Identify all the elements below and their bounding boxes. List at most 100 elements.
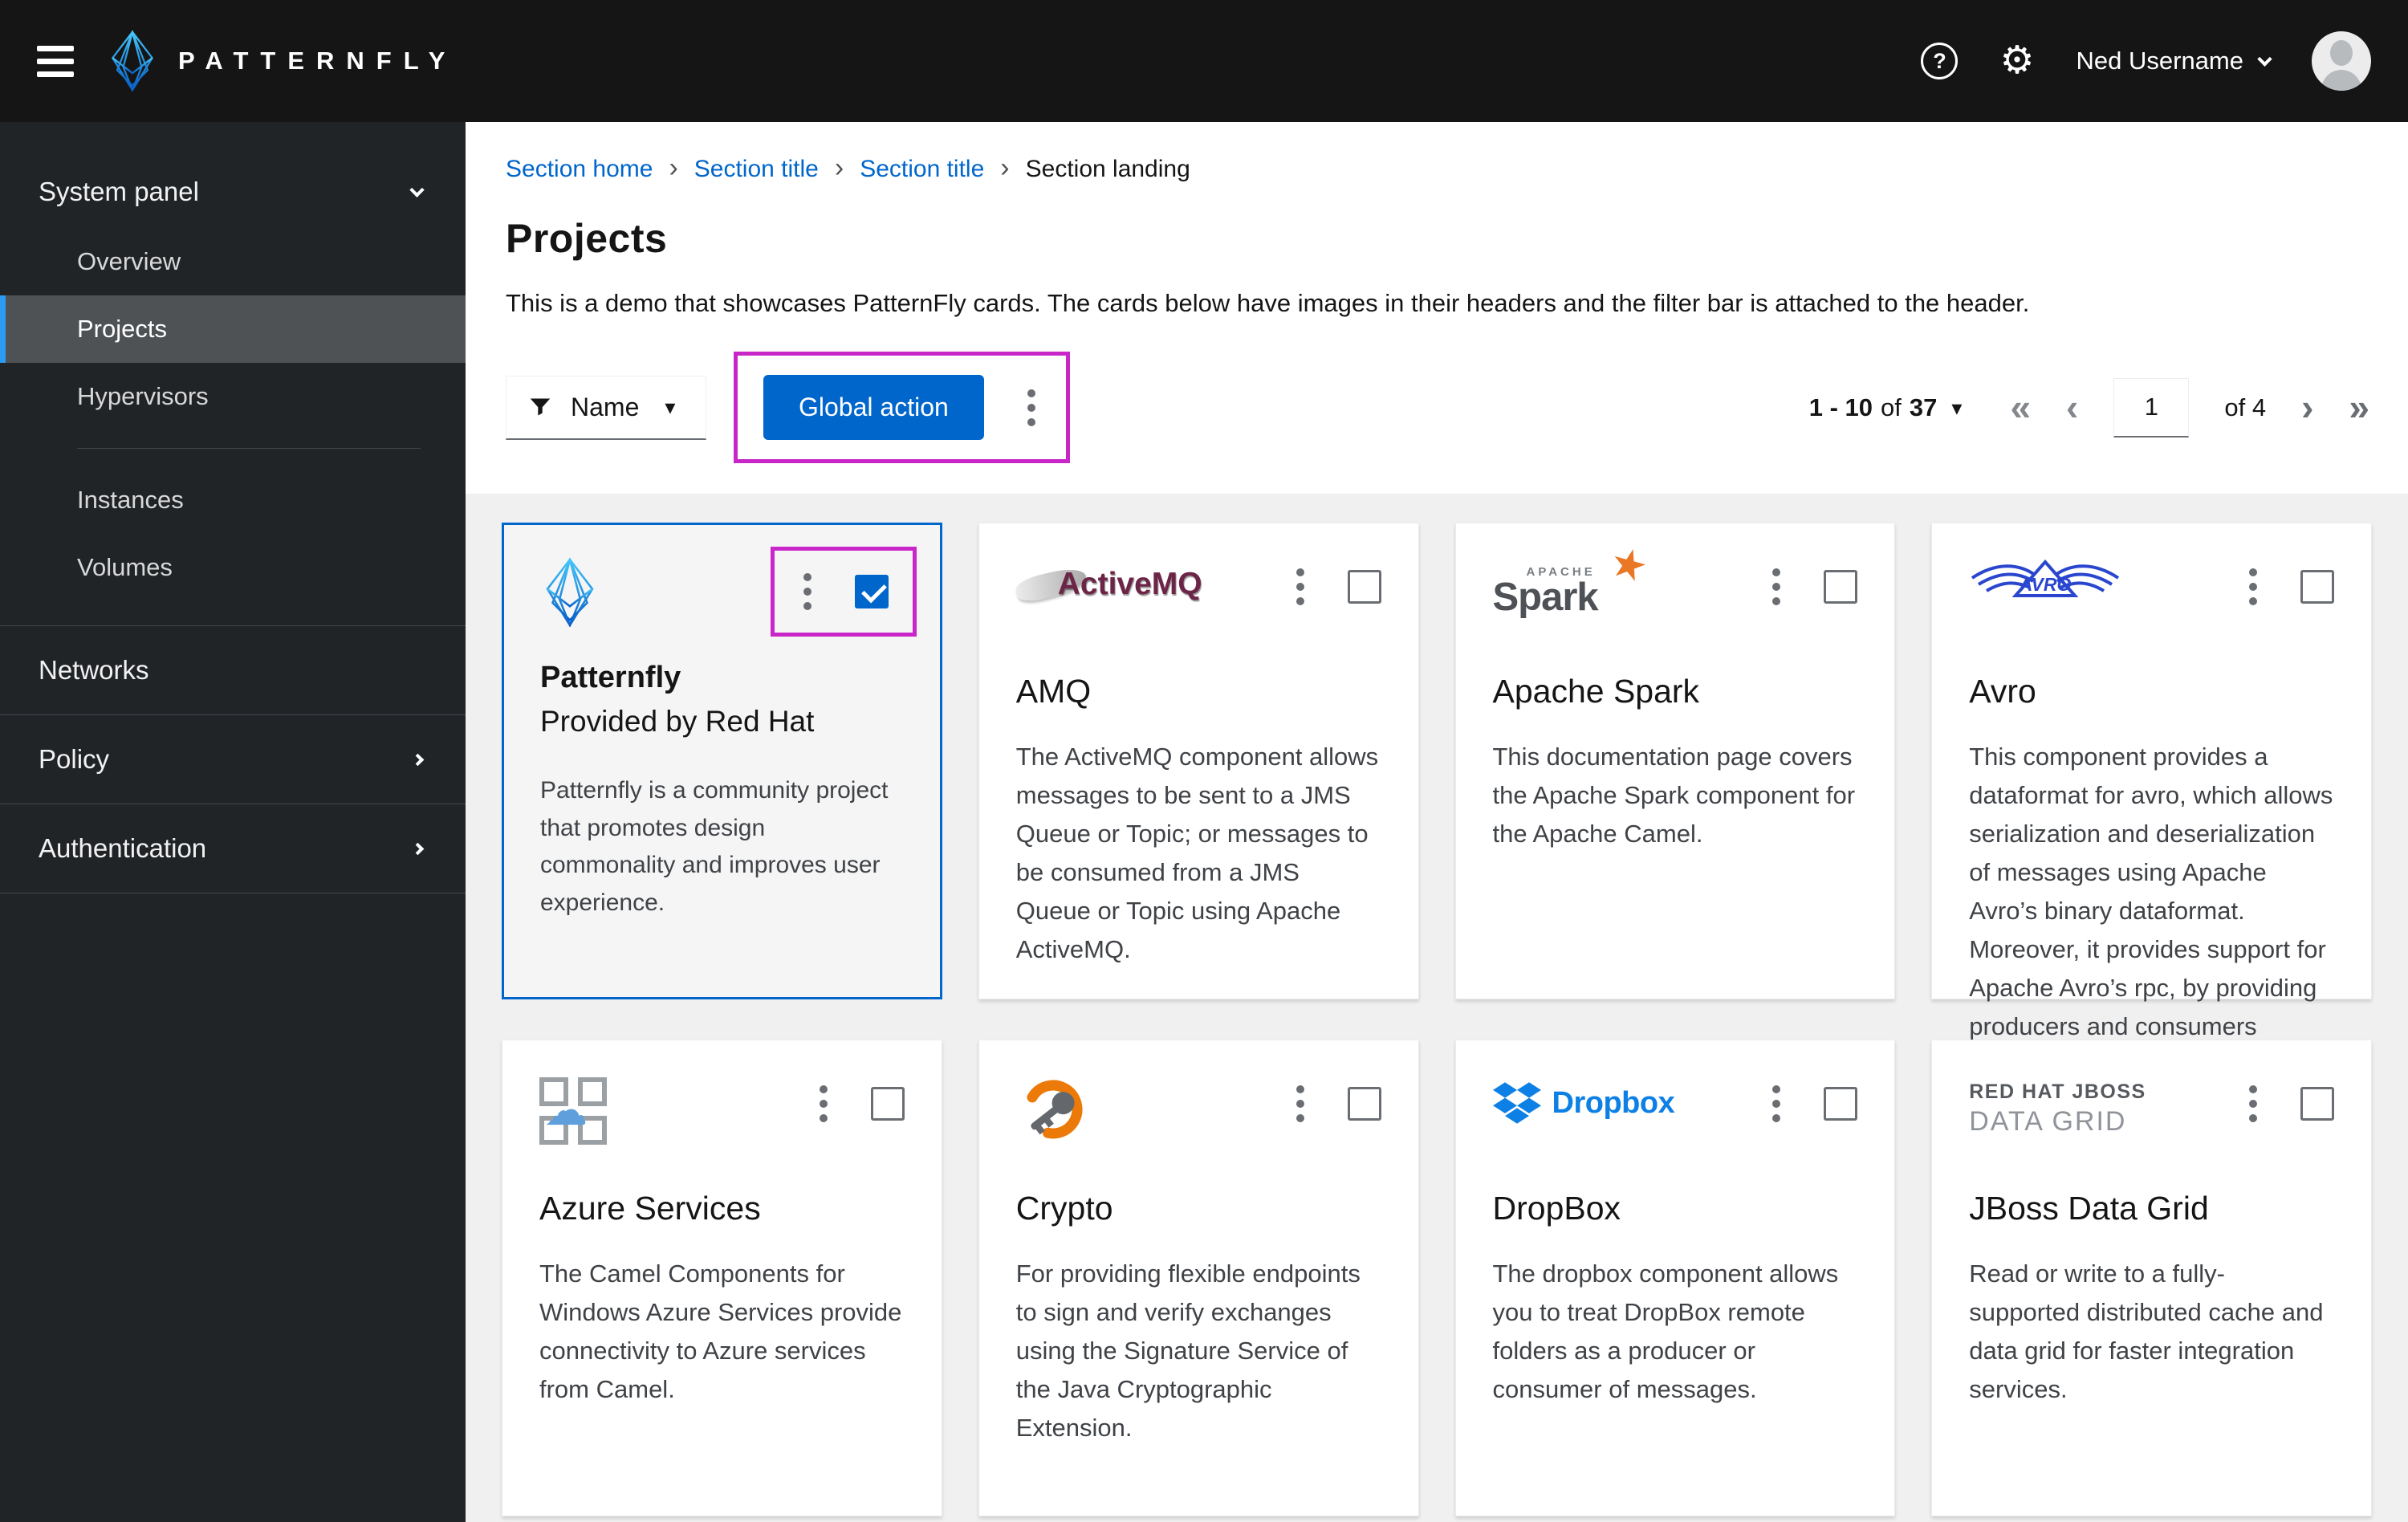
main-content: Section home › Section title › Section t…	[466, 122, 2408, 1522]
card-crypto[interactable]: Crypto For providing flexible endpoints …	[978, 1040, 1419, 1516]
sidebar-item-label: Policy	[39, 744, 110, 774]
card-amq[interactable]: ActiveMQ AMQ The ActiveMQ component allo…	[978, 523, 1419, 999]
sidebar-item-policy[interactable]: Policy	[0, 715, 466, 804]
card-checkbox[interactable]	[1347, 570, 1381, 604]
card-description: This documentation page covers the Apach…	[1492, 743, 1856, 848]
breadcrumb-link-section-home[interactable]: Section home	[506, 156, 653, 183]
card-apache-spark[interactable]: APACHE Spark ★ Apache Spark This documen…	[1454, 523, 1896, 999]
pagination-range-menu[interactable]: 1 - 10 of 37 ▾	[1809, 393, 1963, 422]
user-name: Ned Username	[2076, 47, 2243, 75]
sidebar-nav: System panel Overview Projects Hyperviso…	[0, 122, 466, 1522]
pagination-pages-label: of 4	[2224, 393, 2267, 421]
kebab-menu-icon[interactable]	[1023, 385, 1040, 431]
card-subtitle: Provided by Red Hat	[540, 705, 815, 738]
azure-services-logo: ☁	[539, 1077, 610, 1148]
kebab-menu-icon[interactable]	[1291, 564, 1309, 610]
kebab-menu-icon[interactable]	[1767, 1080, 1785, 1127]
card-checkbox[interactable]	[870, 1087, 905, 1121]
card-description: Read or write to a fully-supported distr…	[1969, 1260, 2324, 1404]
gear-icon[interactable]: ⚙	[1999, 42, 2034, 80]
global-action-button[interactable]: Global action	[763, 375, 984, 440]
avatar-body	[2321, 70, 2361, 91]
hamburger-menu-icon[interactable]	[37, 45, 74, 77]
toolbar: Name ▾ Global action 1 - 10 of 37 ▾ « ‹ …	[506, 352, 2369, 463]
cloud-icon: ☁	[544, 1086, 588, 1134]
filter-select[interactable]: Name ▾	[506, 375, 706, 440]
pagination-total: 37	[1909, 393, 1938, 421]
kebab-menu-icon[interactable]	[815, 1080, 832, 1127]
sidebar-item-label: Networks	[39, 655, 149, 685]
card-checkbox[interactable]	[2300, 570, 2334, 604]
card-description: Patternfly is a community project that p…	[540, 777, 889, 916]
card-grid: Patternfly Provided by Red Hat Patternfl…	[466, 494, 2408, 1516]
user-menu[interactable]: Ned Username	[2076, 47, 2272, 75]
kebab-menu-icon[interactable]	[799, 568, 816, 615]
card-title: Azure Services	[539, 1190, 761, 1227]
chevron-down-icon	[409, 181, 425, 197]
chevron-down-icon	[2257, 51, 2272, 67]
card-title: Patternfly	[540, 661, 681, 694]
dropbox-logo: Dropbox	[1492, 1074, 1675, 1124]
card-patternfly[interactable]: Patternfly Provided by Red Hat Patternfl…	[502, 523, 942, 999]
last-page-button[interactable]: »	[2349, 389, 2369, 425]
avro-logo-text: AVRO	[2019, 574, 2072, 595]
card-checkbox-checked[interactable]	[854, 575, 889, 608]
sidebar-item-projects[interactable]: Projects	[0, 295, 466, 363]
dropbox-box-icon	[1492, 1082, 1541, 1124]
page-number-input[interactable]	[2113, 377, 2190, 437]
card-title: Avro	[1969, 673, 2036, 710]
next-page-button[interactable]: ›	[2301, 389, 2313, 425]
sidebar-item-authentication[interactable]: Authentication	[0, 804, 466, 893]
card-checkbox[interactable]	[1824, 570, 1858, 604]
card-checkbox[interactable]	[1347, 1087, 1381, 1121]
brand[interactable]: PATTERNFLY	[108, 31, 458, 92]
kebab-menu-icon[interactable]	[2244, 1080, 2262, 1127]
sidebar-item-hypervisors[interactable]: Hypervisors	[0, 363, 466, 430]
breadcrumb-link-section-title-1[interactable]: Section title	[694, 156, 819, 183]
question-circle-icon[interactable]: ?	[1921, 43, 1959, 79]
card-title: JBoss Data Grid	[1969, 1190, 2209, 1227]
kebab-menu-icon[interactable]	[1767, 564, 1785, 610]
card-description: The Camel Components for Windows Azure S…	[539, 1260, 902, 1404]
sidebar-item-overview[interactable]: Overview	[0, 228, 466, 295]
filter-select-value: Name	[571, 392, 640, 421]
breadcrumb-current: Section landing	[1025, 156, 1190, 182]
breadcrumb-separator-icon: ›	[834, 153, 844, 183]
breadcrumb-link-section-title-2[interactable]: Section title	[860, 156, 984, 183]
caret-down-icon: ▾	[665, 395, 676, 419]
apache-spark-logo: APACHE Spark ★	[1493, 538, 1662, 617]
card-jboss-data-grid[interactable]: RED HAT JBOSS DATA GRID JBoss Data Grid …	[1931, 1040, 2372, 1516]
dropbox-logo-text: Dropbox	[1552, 1085, 1675, 1120]
filter-funnel-icon	[530, 398, 551, 416]
sidebar-group-title: System panel	[39, 177, 199, 206]
sidebar-group-system-panel[interactable]: System panel	[0, 156, 466, 228]
kebab-menu-icon[interactable]	[1291, 1080, 1309, 1127]
first-page-button[interactable]: «	[2010, 389, 2031, 425]
card-checkbox[interactable]	[2300, 1087, 2334, 1121]
sidebar-item-networks[interactable]: Networks	[0, 626, 466, 714]
avatar[interactable]	[2312, 31, 2371, 91]
sidebar-item-instances[interactable]: Instances	[0, 466, 466, 534]
pagination-of-label: of	[1881, 393, 1902, 421]
card-dropbox[interactable]: Dropbox DropBox The dropbox component al…	[1454, 1040, 1896, 1516]
card-title: AMQ	[1015, 673, 1092, 710]
sidebar-item-volumes[interactable]: Volumes	[0, 534, 466, 601]
brand-wordmark: PATTERNFLY	[178, 47, 458, 75]
avatar-head	[2330, 40, 2353, 66]
card-title: DropBox	[1492, 1190, 1621, 1227]
card-azure-services[interactable]: ☁ Azure Services The Camel Components fo…	[502, 1040, 942, 1516]
activemq-logo-text: ActiveMQ	[1057, 567, 1202, 601]
nav-divider	[77, 448, 421, 449]
card-title: Apache Spark	[1492, 673, 1700, 710]
annotation-box-card	[770, 547, 917, 637]
avro-logo: AVRO	[1971, 559, 2120, 597]
page-description: This is a demo that showcases PatternFly…	[506, 289, 2030, 317]
card-avro[interactable]: AVRO Avro This component provides a data…	[1931, 523, 2372, 1117]
card-checkbox[interactable]	[1824, 1087, 1858, 1121]
activemq-logo: ActiveMQ	[1014, 557, 1202, 605]
previous-page-button[interactable]: ‹	[2066, 389, 2078, 425]
chevron-right-icon	[411, 842, 425, 855]
masthead: PATTERNFLY ? ⚙ Ned Username	[0, 0, 2408, 122]
breadcrumb: Section home › Section title › Section t…	[506, 154, 2369, 185]
kebab-menu-icon[interactable]	[2244, 564, 2262, 610]
